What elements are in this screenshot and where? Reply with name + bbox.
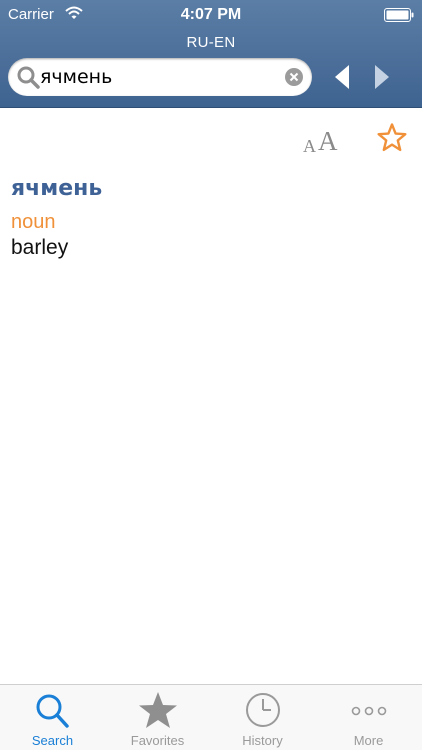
tab-bar: Search Favorites History More	[0, 684, 422, 750]
status-bar: Carrier 4:07 PM	[0, 0, 422, 30]
status-time: 4:07 PM	[180, 6, 242, 23]
tab-search[interactable]: Search	[0, 685, 105, 751]
header: Carrier 4:07 PM RU-EN	[0, 0, 422, 108]
search-field[interactable]	[8, 58, 312, 96]
entry-toolbar: A A	[0, 118, 422, 162]
tab-more[interactable]: More	[316, 685, 421, 751]
dictionary-entry: ячмень noun barley	[11, 176, 102, 260]
tab-label-favorites: Favorites	[130, 733, 185, 748]
more-dots-icon	[351, 706, 387, 716]
clear-search-icon[interactable]	[285, 68, 303, 86]
clock-icon	[246, 693, 280, 727]
favorite-star-icon[interactable]	[376, 122, 408, 154]
star-icon	[139, 692, 177, 728]
nav-title: RU-EN	[186, 34, 236, 51]
search-icon	[17, 66, 40, 89]
part-of-speech: noun	[11, 211, 56, 233]
font-size-icon[interactable]: A A	[301, 122, 345, 158]
battery-icon	[384, 8, 414, 22]
entry-translation: barley	[11, 236, 69, 259]
tab-label-more: More	[353, 733, 384, 748]
tab-favorites[interactable]: Favorites	[105, 685, 210, 751]
entry-headword: ячмень	[11, 176, 103, 201]
back-arrow-icon[interactable]	[328, 62, 358, 92]
tab-history[interactable]: History	[210, 685, 315, 751]
search-input[interactable]	[40, 62, 280, 92]
search-icon	[36, 694, 69, 728]
forward-arrow-icon[interactable]	[366, 62, 396, 92]
tab-label-search: Search	[31, 733, 74, 748]
tab-label-history: History	[242, 733, 283, 748]
